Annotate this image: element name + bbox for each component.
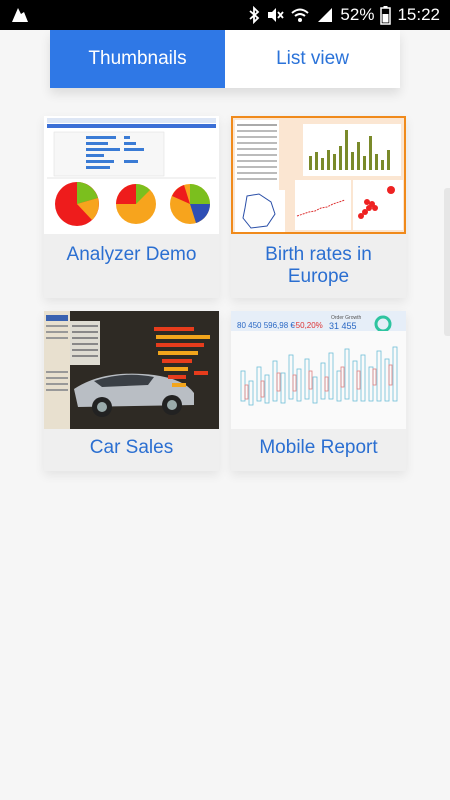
report-card-birth-rates[interactable]: Birth rates in Europe: [231, 116, 406, 298]
wifi-icon: [290, 6, 310, 24]
report-card-analyzer-demo[interactable]: Analyzer Demo: [44, 116, 219, 298]
view-mode-tabs: Thumbnails List view: [50, 30, 400, 88]
car-sales-thumbnail: [44, 311, 219, 429]
tab-thumbnails[interactable]: Thumbnails: [50, 30, 225, 88]
bluetooth-icon: [248, 6, 260, 24]
tab-list-view[interactable]: List view: [225, 30, 400, 88]
clock-time: 15:22: [397, 5, 440, 24]
card-title: Car Sales: [89, 437, 174, 458]
report-card-car-sales[interactable]: Car Sales: [44, 311, 219, 471]
mobile-kpi-change: -50,20%: [293, 321, 323, 330]
card-title: Birth rates in Europe: [265, 244, 372, 287]
report-card-mobile-report[interactable]: 80 450 596,98 € -50,20% Order Growth 31 …: [231, 311, 406, 471]
mobile-report-thumbnail: 80 450 596,98 € -50,20% Order Growth 31 …: [231, 311, 406, 429]
card-title: Mobile Report: [259, 437, 378, 458]
card-title: Analyzer Demo: [66, 244, 197, 265]
birth-rates-thumbnail: [231, 116, 406, 234]
status-bar: 52% 15:22: [0, 0, 450, 30]
signal-icon: [316, 6, 334, 24]
mobile-kpi-value: 80 450 596,98 €: [237, 321, 295, 330]
mobile-order-growth-value: 31 455: [329, 321, 357, 331]
analyzer-demo-thumbnail: [44, 116, 219, 234]
mute-icon: [266, 6, 285, 24]
battery-percent: 52%: [340, 5, 375, 24]
app-icon: [10, 6, 30, 24]
side-panel-handle[interactable]: [444, 188, 450, 336]
battery-icon: [380, 5, 392, 25]
